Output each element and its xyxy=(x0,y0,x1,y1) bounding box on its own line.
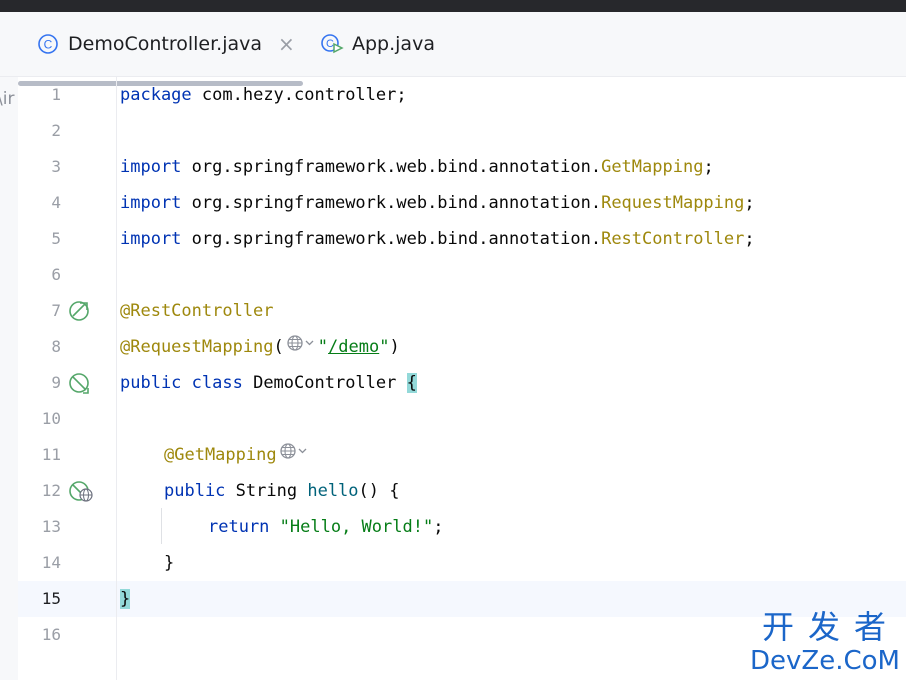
code-line[interactable]: 11 @GetMapping xyxy=(0,437,906,473)
code-line[interactable]: 2 xyxy=(0,113,906,149)
tab-democontroller[interactable]: C DemoController.java × xyxy=(36,12,295,76)
code-line[interactable]: 1 package com.hezy.controller; xyxy=(0,77,906,113)
line-number: 8 xyxy=(51,337,61,356)
code-text[interactable]: @RestController xyxy=(120,293,274,329)
watermark-logo: 开发者 DevZe.CoM xyxy=(750,608,900,676)
svg-text:C: C xyxy=(326,38,334,50)
tab-label: App.java xyxy=(352,33,435,55)
code-text[interactable]: package com.hezy.controller; xyxy=(120,77,407,113)
line-number: 6 xyxy=(51,265,61,284)
svg-text:C: C xyxy=(44,38,53,52)
app-run-icon: C xyxy=(320,32,344,56)
watermark-cn-text: 开发者 xyxy=(761,608,900,646)
code-line[interactable]: 8 @RequestMapping("/demo") xyxy=(0,329,906,365)
code-line[interactable]: 4 import org.springframework.web.bind.an… xyxy=(0,185,906,221)
line-number: 16 xyxy=(41,625,61,644)
code-text[interactable]: @GetMapping xyxy=(164,437,311,473)
code-text[interactable]: public String hello() { xyxy=(164,473,400,509)
line-number: 14 xyxy=(41,553,61,572)
watermark-site-text: DevZe.CoM xyxy=(750,646,900,676)
tab-app[interactable]: C App.java xyxy=(320,12,435,76)
code-line[interactable]: 14 } xyxy=(0,545,906,581)
line-number: 9 xyxy=(51,373,61,392)
line-number: 10 xyxy=(41,409,61,428)
code-line[interactable]: 6 xyxy=(0,257,906,293)
code-text[interactable]: } xyxy=(120,581,131,617)
line-number: 3 xyxy=(51,157,61,176)
web-endpoint-icon[interactable] xyxy=(279,437,309,473)
line-number: 12 xyxy=(41,481,61,500)
line-number: 1 xyxy=(51,85,61,104)
code-text[interactable]: public class DemoController { xyxy=(120,365,417,401)
code-text[interactable]: import org.springframework.web.bind.anno… xyxy=(120,149,714,185)
code-text[interactable]: } xyxy=(164,545,174,581)
code-line[interactable]: 12 public String hello() { xyxy=(0,473,906,509)
line-number: 7 xyxy=(51,301,61,320)
line-number: 5 xyxy=(51,229,61,248)
close-tab-icon[interactable]: × xyxy=(278,32,295,56)
line-number: 13 xyxy=(41,517,61,536)
code-text[interactable]: import org.springframework.web.bind.anno… xyxy=(120,221,755,257)
code-line[interactable]: 10 xyxy=(0,401,906,437)
line-number: 4 xyxy=(51,193,61,212)
spring-bean-icon[interactable] xyxy=(68,299,92,323)
class-icon: C xyxy=(36,32,60,56)
line-number: 15 xyxy=(41,589,61,608)
code-text[interactable]: import org.springframework.web.bind.anno… xyxy=(120,185,755,221)
code-line[interactable]: 3 import org.springframework.web.bind.an… xyxy=(0,149,906,185)
code-line[interactable]: 7 @RestController xyxy=(0,293,906,329)
window-title-bar xyxy=(0,0,906,12)
tab-label: DemoController.java xyxy=(68,33,263,55)
code-line[interactable]: 5 import org.springframework.web.bind.an… xyxy=(0,221,906,257)
spring-bean-icon[interactable] xyxy=(68,371,92,395)
code-text[interactable]: @RequestMapping("/demo") xyxy=(120,329,400,365)
web-endpoint-icon[interactable] xyxy=(286,329,316,365)
editor-tab-bar: C DemoController.java × C App.java xyxy=(0,12,906,86)
line-number: 11 xyxy=(41,445,61,464)
code-line[interactable]: 9 public class DemoController { xyxy=(0,365,906,401)
line-number: 2 xyxy=(51,121,61,140)
code-text[interactable]: return "Hello, World!"; xyxy=(208,509,443,545)
request-mapping-icon[interactable] xyxy=(68,479,93,503)
code-line[interactable]: 13 return "Hello, World!"; xyxy=(0,509,906,545)
